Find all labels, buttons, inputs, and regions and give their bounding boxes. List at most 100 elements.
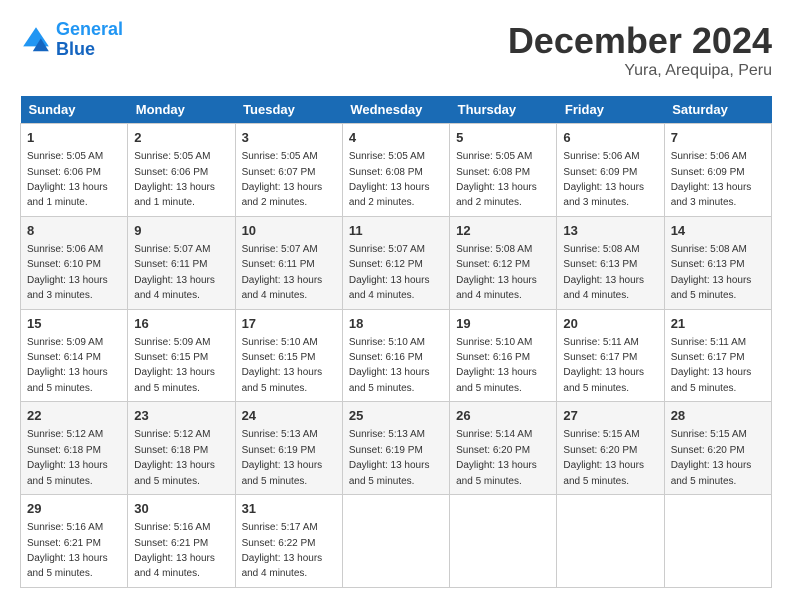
- day-info: Sunrise: 5:11 AMSunset: 6:17 PMDaylight:…: [563, 337, 644, 394]
- day-number: 2: [134, 129, 228, 147]
- day-number: 28: [671, 407, 765, 425]
- header-tuesday: Tuesday: [235, 96, 342, 124]
- calendar-header-row: SundayMondayTuesdayWednesdayThursdayFrid…: [21, 96, 772, 124]
- day-number: 24: [242, 407, 336, 425]
- calendar-cell: 22 Sunrise: 5:12 AMSunset: 6:18 PMDayligh…: [21, 402, 128, 495]
- day-number: 13: [563, 222, 657, 240]
- calendar-cell: 2 Sunrise: 5:05 AMSunset: 6:06 PMDaylight…: [128, 124, 235, 217]
- day-number: 18: [349, 315, 443, 333]
- calendar-cell: 20 Sunrise: 5:11 AMSunset: 6:17 PMDayligh…: [557, 309, 664, 402]
- calendar-cell: 30Sunrise: 5:16 AMSunset: 6:21 PMDayligh…: [128, 495, 235, 588]
- calendar-cell: 14 Sunrise: 5:08 AMSunset: 6:13 PMDayligh…: [664, 216, 771, 309]
- calendar-week-row: 22 Sunrise: 5:12 AMSunset: 6:18 PMDayligh…: [21, 402, 772, 495]
- day-number: 29: [27, 500, 121, 518]
- logo-icon: [20, 24, 52, 56]
- month-title: December 2024: [508, 20, 772, 62]
- calendar-cell: 16Sunrise: 5:09 AMSunset: 6:15 PMDayligh…: [128, 309, 235, 402]
- day-info: Sunrise: 5:08 AMSunset: 6:13 PMDaylight:…: [563, 244, 644, 301]
- day-number: 6: [563, 129, 657, 147]
- day-info: Sunrise: 5:05 AMSunset: 6:06 PMDaylight:…: [134, 151, 215, 208]
- day-number: 14: [671, 222, 765, 240]
- header-thursday: Thursday: [450, 96, 557, 124]
- calendar-cell: 26Sunrise: 5:14 AMSunset: 6:20 PMDayligh…: [450, 402, 557, 495]
- day-number: 11: [349, 222, 443, 240]
- calendar-cell: 24Sunrise: 5:13 AMSunset: 6:19 PMDayligh…: [235, 402, 342, 495]
- header-monday: Monday: [128, 96, 235, 124]
- calendar-cell: 7Sunrise: 5:06 AMSunset: 6:09 PMDaylight…: [664, 124, 771, 217]
- day-number: 3: [242, 129, 336, 147]
- calendar-cell: 6 Sunrise: 5:06 AMSunset: 6:09 PMDaylight…: [557, 124, 664, 217]
- header-friday: Friday: [557, 96, 664, 124]
- logo: General Blue: [20, 20, 123, 60]
- calendar-cell: 17 Sunrise: 5:10 AMSunset: 6:15 PMDayligh…: [235, 309, 342, 402]
- day-info: Sunrise: 5:16 AMSunset: 6:21 PMDaylight:…: [27, 522, 108, 579]
- day-number: 22: [27, 407, 121, 425]
- calendar-week-row: 29 Sunrise: 5:16 AMSunset: 6:21 PMDayligh…: [21, 495, 772, 588]
- calendar-cell: 31 Sunrise: 5:17 AMSunset: 6:22 PMDayligh…: [235, 495, 342, 588]
- day-number: 25: [349, 407, 443, 425]
- day-info: Sunrise: 5:07 AMSunset: 6:11 PMDaylight:…: [242, 244, 323, 301]
- day-info: Sunrise: 5:17 AMSunset: 6:22 PMDaylight:…: [242, 522, 323, 579]
- calendar-cell: 15 Sunrise: 5:09 AMSunset: 6:14 PMDayligh…: [21, 309, 128, 402]
- calendar-cell: 10 Sunrise: 5:07 AMSunset: 6:11 PMDayligh…: [235, 216, 342, 309]
- day-info: Sunrise: 5:06 AMSunset: 6:09 PMDaylight:…: [563, 151, 644, 208]
- header: General Blue December 2024 Yura, Arequip…: [20, 20, 772, 80]
- calendar-cell: 29 Sunrise: 5:16 AMSunset: 6:21 PMDayligh…: [21, 495, 128, 588]
- calendar-week-row: 8Sunrise: 5:06 AMSunset: 6:10 PMDaylight…: [21, 216, 772, 309]
- day-number: 30: [134, 500, 228, 518]
- calendar-cell: 3 Sunrise: 5:05 AMSunset: 6:07 PMDaylight…: [235, 124, 342, 217]
- day-info: Sunrise: 5:10 AMSunset: 6:16 PMDaylight:…: [456, 337, 537, 394]
- day-number: 19: [456, 315, 550, 333]
- day-number: 20: [563, 315, 657, 333]
- calendar-cell: 28 Sunrise: 5:15 AMSunset: 6:20 PMDayligh…: [664, 402, 771, 495]
- day-number: 12: [456, 222, 550, 240]
- day-number: 10: [242, 222, 336, 240]
- location-title: Yura, Arequipa, Peru: [508, 62, 772, 80]
- calendar-week-row: 15 Sunrise: 5:09 AMSunset: 6:14 PMDayligh…: [21, 309, 772, 402]
- day-info: Sunrise: 5:05 AMSunset: 6:08 PMDaylight:…: [456, 151, 537, 208]
- calendar-cell: 5 Sunrise: 5:05 AMSunset: 6:08 PMDaylight…: [450, 124, 557, 217]
- calendar-cell: 8Sunrise: 5:06 AMSunset: 6:10 PMDaylight…: [21, 216, 128, 309]
- calendar-cell: 18 Sunrise: 5:10 AMSunset: 6:16 PMDayligh…: [342, 309, 449, 402]
- calendar-cell: 25Sunrise: 5:13 AMSunset: 6:19 PMDayligh…: [342, 402, 449, 495]
- title-area: December 2024 Yura, Arequipa, Peru: [508, 20, 772, 80]
- day-info: Sunrise: 5:15 AMSunset: 6:20 PMDaylight:…: [563, 429, 644, 486]
- calendar-cell: [557, 495, 664, 588]
- day-number: 21: [671, 315, 765, 333]
- day-info: Sunrise: 5:09 AMSunset: 6:15 PMDaylight:…: [134, 337, 215, 394]
- logo-text: General Blue: [56, 20, 123, 60]
- calendar-cell: 11Sunrise: 5:07 AMSunset: 6:12 PMDayligh…: [342, 216, 449, 309]
- day-info: Sunrise: 5:10 AMSunset: 6:15 PMDaylight:…: [242, 337, 323, 394]
- day-number: 15: [27, 315, 121, 333]
- calendar-cell: [342, 495, 449, 588]
- day-info: Sunrise: 5:05 AMSunset: 6:06 PMDaylight:…: [27, 151, 108, 208]
- calendar-cell: 12 Sunrise: 5:08 AMSunset: 6:12 PMDayligh…: [450, 216, 557, 309]
- day-number: 23: [134, 407, 228, 425]
- day-info: Sunrise: 5:05 AMSunset: 6:07 PMDaylight:…: [242, 151, 323, 208]
- day-number: 17: [242, 315, 336, 333]
- day-number: 5: [456, 129, 550, 147]
- day-info: Sunrise: 5:08 AMSunset: 6:12 PMDaylight:…: [456, 244, 537, 301]
- day-info: Sunrise: 5:12 AMSunset: 6:18 PMDaylight:…: [27, 429, 108, 486]
- calendar-table: SundayMondayTuesdayWednesdayThursdayFrid…: [20, 96, 772, 588]
- day-number: 31: [242, 500, 336, 518]
- calendar-cell: 21 Sunrise: 5:11 AMSunset: 6:17 PMDayligh…: [664, 309, 771, 402]
- calendar-cell: [450, 495, 557, 588]
- calendar-cell: 13 Sunrise: 5:08 AMSunset: 6:13 PMDayligh…: [557, 216, 664, 309]
- day-number: 26: [456, 407, 550, 425]
- calendar-cell: 27Sunrise: 5:15 AMSunset: 6:20 PMDayligh…: [557, 402, 664, 495]
- day-info: Sunrise: 5:15 AMSunset: 6:20 PMDaylight:…: [671, 429, 752, 486]
- day-number: 8: [27, 222, 121, 240]
- calendar-cell: 9Sunrise: 5:07 AMSunset: 6:11 PMDaylight…: [128, 216, 235, 309]
- day-info: Sunrise: 5:08 AMSunset: 6:13 PMDaylight:…: [671, 244, 752, 301]
- day-info: Sunrise: 5:07 AMSunset: 6:11 PMDaylight:…: [134, 244, 215, 301]
- calendar-week-row: 1Sunrise: 5:05 AMSunset: 6:06 PMDaylight…: [21, 124, 772, 217]
- day-info: Sunrise: 5:11 AMSunset: 6:17 PMDaylight:…: [671, 337, 752, 394]
- day-info: Sunrise: 5:06 AMSunset: 6:09 PMDaylight:…: [671, 151, 752, 208]
- header-sunday: Sunday: [21, 96, 128, 124]
- day-info: Sunrise: 5:09 AMSunset: 6:14 PMDaylight:…: [27, 337, 108, 394]
- header-wednesday: Wednesday: [342, 96, 449, 124]
- day-number: 4: [349, 129, 443, 147]
- day-info: Sunrise: 5:12 AMSunset: 6:18 PMDaylight:…: [134, 429, 215, 486]
- day-info: Sunrise: 5:10 AMSunset: 6:16 PMDaylight:…: [349, 337, 430, 394]
